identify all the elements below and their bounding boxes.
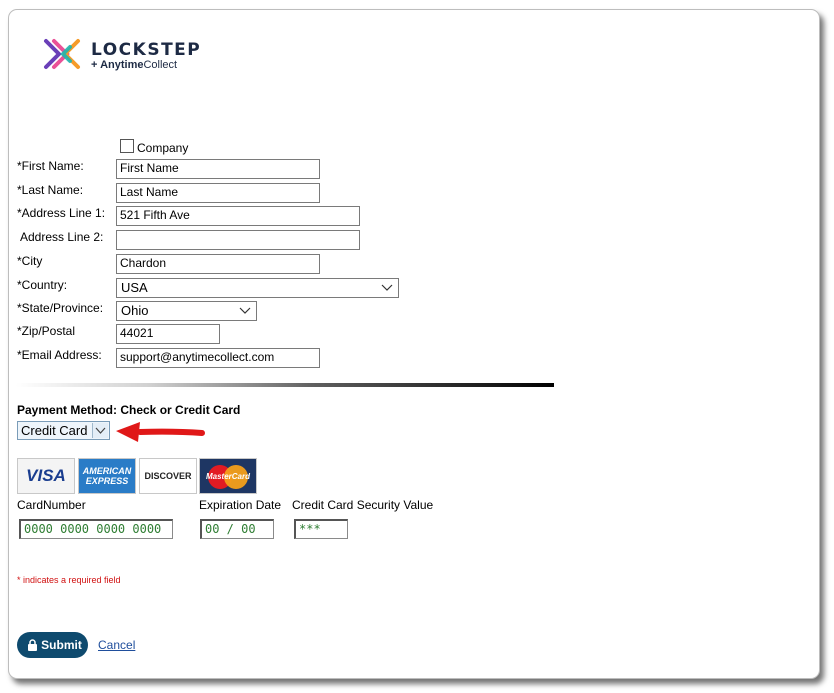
country-select[interactable]: USA bbox=[116, 278, 399, 298]
zip-input[interactable]: 44021 bbox=[116, 324, 220, 344]
country-select-value: USA bbox=[121, 280, 148, 295]
first-name-input[interactable]: First Name bbox=[116, 159, 320, 179]
address2-label: Address Line 2: bbox=[20, 230, 104, 244]
city-label: *City bbox=[17, 254, 43, 268]
email-input[interactable]: support@anytimecollect.com bbox=[116, 348, 320, 368]
red-arrow-icon bbox=[116, 422, 205, 442]
amex-text-top: AMERICAN bbox=[82, 466, 132, 476]
state-label: *State/Province: bbox=[17, 301, 104, 315]
expiration-input[interactable]: 00 / 00 bbox=[200, 519, 274, 539]
address1-label: *Address Line 1: bbox=[17, 206, 106, 220]
lockstep-logo-icon bbox=[44, 39, 80, 69]
cancel-link[interactable]: Cancel bbox=[98, 638, 135, 652]
state-select[interactable]: Ohio bbox=[116, 301, 257, 321]
brand-sub-bold: + Anytime bbox=[91, 59, 144, 71]
security-value-label: Credit Card Security Value bbox=[292, 498, 434, 512]
first-name-label: *First Name: bbox=[17, 159, 84, 173]
brand-name: LOCKSTEP bbox=[91, 40, 202, 60]
email-label: *Email Address: bbox=[17, 348, 102, 362]
submit-button[interactable]: Submit bbox=[17, 632, 88, 658]
company-label: Company bbox=[137, 141, 189, 155]
security-value-input[interactable]: *** bbox=[294, 519, 348, 539]
brand-sub-rest: Collect bbox=[143, 59, 178, 71]
company-checkbox[interactable] bbox=[120, 139, 134, 153]
submit-label: Submit bbox=[41, 638, 82, 652]
address1-input[interactable]: 521 Fifth Ave bbox=[116, 206, 360, 226]
payment-form-panel bbox=[8, 9, 820, 679]
mastercard-text: MasterCard bbox=[205, 471, 250, 481]
lock-icon bbox=[28, 639, 38, 651]
chevron-down-icon bbox=[239, 307, 251, 314]
amex-card-icon: AMERICAN EXPRESS bbox=[78, 458, 136, 494]
visa-text: VISA bbox=[26, 466, 66, 485]
card-number-input[interactable]: 0000 0000 0000 0000 bbox=[19, 519, 173, 539]
section-divider bbox=[16, 383, 554, 387]
discover-card-icon: DISCOVER bbox=[139, 458, 197, 494]
address2-input[interactable] bbox=[116, 230, 360, 250]
visa-card-icon: VISA bbox=[17, 458, 75, 494]
last-name-input[interactable]: Last Name bbox=[116, 183, 320, 203]
brand-subtitle: + AnytimeCollect bbox=[91, 59, 177, 71]
zip-label: *Zip/Postal bbox=[17, 324, 76, 338]
city-input[interactable]: Chardon bbox=[116, 254, 320, 274]
country-label: *Country: bbox=[17, 278, 68, 292]
amex-text-bottom: EXPRESS bbox=[85, 476, 129, 486]
discover-text: DISCOVER bbox=[144, 471, 192, 481]
chevron-down-icon bbox=[381, 284, 393, 291]
card-number-label: CardNumber bbox=[17, 498, 86, 512]
mastercard-card-icon: MasterCard bbox=[199, 458, 257, 494]
chevron-down-icon bbox=[92, 423, 108, 438]
last-name-label: *Last Name: bbox=[17, 183, 84, 197]
payment-method-label: Payment Method: Check or Credit Card bbox=[17, 403, 241, 417]
payment-method-select[interactable]: Credit Card bbox=[17, 421, 110, 440]
state-select-value: Ohio bbox=[121, 303, 149, 318]
required-field-note: * indicates a required field bbox=[17, 575, 121, 585]
expiration-label: Expiration Date bbox=[199, 498, 282, 512]
payment-method-value: Credit Card bbox=[21, 423, 88, 438]
